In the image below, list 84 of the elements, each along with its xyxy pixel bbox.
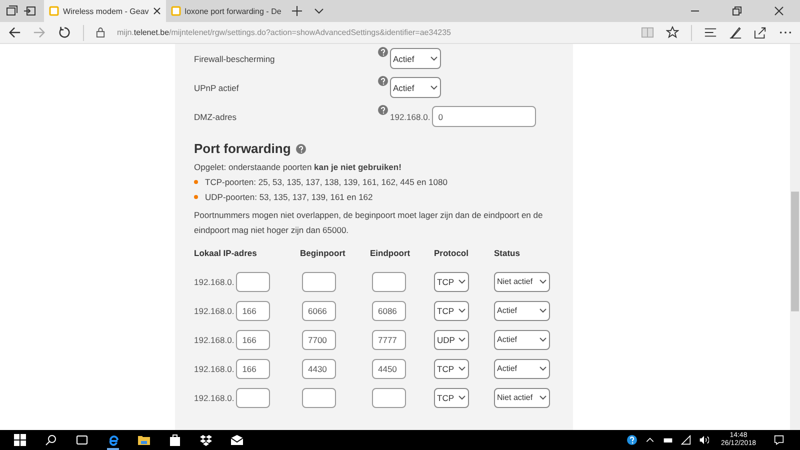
- notification-icon[interactable]: [774, 435, 784, 445]
- end-port-field[interactable]: [372, 388, 406, 408]
- protocol-dropdown[interactable]: TCP: [434, 388, 469, 408]
- begin-port-field[interactable]: [302, 388, 336, 408]
- share-icon[interactable]: [754, 26, 767, 39]
- help-icon[interactable]: [626, 435, 637, 445]
- port-list-text: UDP-poorten: 53, 135, 137, 139, 161 en 162: [205, 192, 373, 202]
- star-icon[interactable]: [666, 26, 679, 39]
- end-port-field[interactable]: [372, 272, 406, 292]
- protocol-dropdown[interactable]: UDP: [434, 330, 469, 350]
- ip-input-field[interactable]: [236, 272, 270, 292]
- caret-icon: [458, 337, 466, 342]
- ip-input-field[interactable]: 166: [236, 358, 270, 378]
- bullet-icon: [194, 195, 198, 199]
- ip-input-field[interactable]: [236, 388, 270, 408]
- begin-port-field[interactable]: [302, 272, 336, 292]
- close-icon[interactable]: [152, 7, 161, 15]
- page-icon: [49, 6, 59, 16]
- caret-icon: [539, 337, 547, 342]
- begin-port-field[interactable]: 7700: [302, 330, 336, 350]
- note-text: Poortnummers mogen niet overlappen, de beginpoort moet lager zijn dan de eindpoort en de eindpoort mag niet hoger zijn dan 65000.: [194, 209, 544, 237]
- caret-icon: [458, 366, 466, 371]
- column-header: Protocol: [434, 248, 470, 258]
- begin-port-field[interactable]: 4430: [302, 358, 336, 378]
- url-text[interactable]: mijn.telenet.be/mijntelenet/rgw/settings.do?action=showAdvancedSettings&identifier=ae34235: [117, 28, 451, 37]
- refresh-icon[interactable]: [58, 26, 71, 39]
- browser-tab[interactable]: loxone port forwarding - De: [166, 0, 286, 22]
- lock-icon: [96, 27, 105, 38]
- browser-tab[interactable]: Wireless modem - Geav: [44, 0, 166, 22]
- status-dropdown[interactable]: Actief: [494, 330, 550, 350]
- section-heading: Port forwarding: [194, 141, 291, 156]
- ip-prefix: 192.168.0.: [194, 364, 234, 374]
- protocol-dropdown[interactable]: TCP: [434, 300, 469, 320]
- speaker-icon[interactable]: [698, 435, 709, 445]
- end-port-field[interactable]: 6086: [372, 300, 406, 320]
- setting-label: DMZ-adres: [194, 112, 238, 122]
- column-header: Eindpoort: [370, 248, 412, 258]
- column-header: Status: [494, 248, 521, 258]
- pen-icon[interactable]: [729, 26, 742, 39]
- end-port-field[interactable]: 4450: [372, 358, 406, 378]
- close-icon[interactable]: [774, 6, 784, 16]
- warning-text: Opgelet: onderstaande poorten kan je niet gebruiken!: [194, 162, 402, 172]
- scrollbar-drawing[interactable]: [790, 44, 800, 430]
- ip-prefix: 192.168.0.: [194, 392, 234, 402]
- status-dropdown[interactable]: Actief: [494, 300, 550, 320]
- caret-icon: [430, 56, 438, 61]
- caret-icon: [458, 279, 466, 284]
- chevron-down-icon[interactable]: [314, 6, 324, 16]
- caret-icon: [430, 85, 438, 90]
- status-dropdown[interactable]: Actief: [494, 358, 550, 378]
- restore-icon[interactable]: [732, 6, 742, 16]
- status-dropdown[interactable]: Niet actief: [494, 272, 550, 292]
- protocol-dropdown[interactable]: TCP: [434, 358, 469, 378]
- ip-input-field[interactable]: 0: [432, 106, 536, 127]
- begin-port-field[interactable]: 6066: [302, 300, 336, 320]
- back-arrow-icon[interactable]: [8, 26, 21, 39]
- hub-icon[interactable]: [704, 26, 717, 39]
- caret-icon: [458, 395, 466, 400]
- tab-preview-icon[interactable]: [6, 5, 18, 17]
- caret-icon: [539, 366, 547, 371]
- protocol-dropdown[interactable]: TCP: [434, 272, 469, 292]
- ip-prefix: 192.168.0.: [194, 334, 234, 344]
- caret-icon: [539, 279, 547, 284]
- select-dropdown[interactable]: Actief: [390, 48, 441, 69]
- select-dropdown[interactable]: Actief: [390, 77, 441, 98]
- new-tab-icon[interactable]: [292, 6, 302, 16]
- ip-prefix: 192.168.0.: [194, 276, 234, 286]
- column-header: Beginpoort: [300, 248, 346, 258]
- ip-prefix: 192.168.0.: [390, 112, 430, 122]
- setting-label: Firewall-bescherming: [194, 54, 276, 64]
- column-header: Lokaal IP-adres: [194, 248, 258, 258]
- page-icon: [170, 6, 181, 16]
- caret-icon: [539, 308, 547, 313]
- tabs-aside-icon[interactable]: [24, 5, 36, 17]
- port-list-text: TCP-poorten: 25, 53, 135, 137, 138, 139, 161, 162, 445 en 1080: [205, 177, 448, 187]
- ip-prefix: 192.168.0.: [194, 306, 234, 316]
- setting-label: UPnP actief: [194, 82, 240, 92]
- ip-input-field[interactable]: 166: [236, 300, 270, 320]
- caret-icon: [539, 395, 547, 400]
- end-port-field[interactable]: 7777: [372, 330, 406, 350]
- caret-icon: [458, 308, 466, 313]
- status-dropdown[interactable]: Niet actief: [494, 388, 550, 408]
- bullet-icon: [194, 180, 198, 184]
- ip-input-field[interactable]: 166: [236, 330, 270, 350]
